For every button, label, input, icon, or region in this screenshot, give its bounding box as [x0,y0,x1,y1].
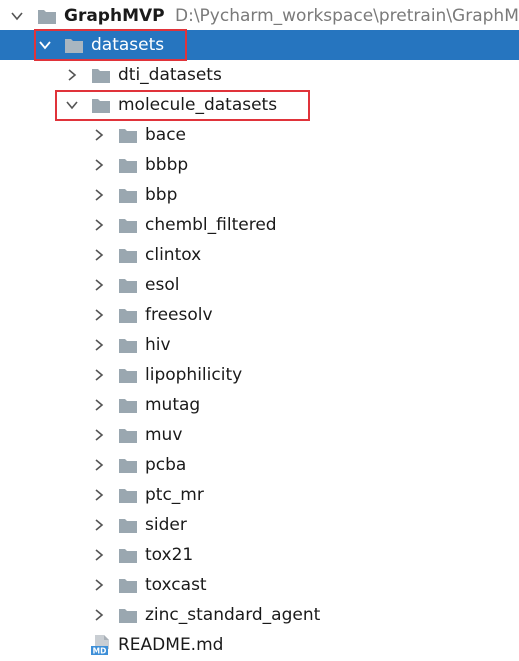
tree-row-mutag[interactable]: mutag [0,390,519,420]
tree-row-sider[interactable]: sider [0,510,519,540]
chevron-right-icon[interactable] [91,157,107,173]
folder-icon [118,547,138,564]
chevron-right-icon[interactable] [91,247,107,263]
tree-row-ptc-mr[interactable]: ptc_mr [0,480,519,510]
chevron-right-icon[interactable] [91,457,107,473]
folder-icon [118,277,138,294]
folder-label: bace [145,125,187,145]
markdown-file-icon: MD [90,634,112,656]
chevron-right-icon[interactable] [91,607,107,623]
tree-row-bace[interactable]: bace [0,120,519,150]
folder-label: mutag [145,395,201,415]
folder-icon [118,217,138,234]
folder-label-dti-datasets: dti_datasets [118,65,222,85]
tree-row-bbbp[interactable]: bbbp [0,150,519,180]
folder-label: toxcast [145,575,207,595]
folder-label: chembl_filtered [145,215,277,235]
folder-label: esol [145,275,180,295]
tree-row-clintox[interactable]: clintox [0,240,519,270]
folder-label: bbbp [145,155,189,175]
folder-icon [118,187,138,204]
folder-label: zinc_standard_agent [145,605,321,625]
folder-label: hiv [145,335,171,355]
tree-row-pcba[interactable]: pcba [0,450,519,480]
folder-label-datasets: datasets [91,35,165,55]
folder-icon [64,37,84,54]
tree-row-hiv[interactable]: hiv [0,330,519,360]
tree-row-muv[interactable]: muv [0,420,519,450]
chevron-right-icon[interactable] [64,67,80,83]
folder-label: ptc_mr [145,485,204,505]
chevron-right-icon[interactable] [91,397,107,413]
chevron-down-icon[interactable] [37,37,53,53]
folder-label: freesolv [145,305,213,325]
tree-row-dti-datasets[interactable]: dti_datasets [0,60,519,90]
folder-icon [118,247,138,264]
project-path: D:\Pycharm_workspace\pretrain\GraphMVP [175,6,519,26]
folder-label: bbp [145,185,178,205]
tree-row-readme[interactable]: MD README.md [0,630,519,660]
folder-icon [118,427,138,444]
folder-icon [118,127,138,144]
folder-label: sider [145,515,187,535]
chevron-right-icon[interactable] [91,577,107,593]
chevron-right-icon[interactable] [91,427,107,443]
file-label-readme: README.md [118,635,224,655]
chevron-right-icon[interactable] [91,337,107,353]
tree-row-freesolv[interactable]: freesolv [0,300,519,330]
folder-label: clintox [145,245,202,265]
chevron-right-icon[interactable] [91,487,107,503]
folder-label-molecule-datasets: molecule_datasets [118,95,278,115]
chevron-right-icon[interactable] [91,367,107,383]
chevron-down-icon[interactable] [9,8,25,24]
chevron-right-icon[interactable] [91,307,107,323]
tree-row-esol[interactable]: esol [0,270,519,300]
tree-row-bbp[interactable]: bbp [0,180,519,210]
tree-row-chembl-filtered[interactable]: chembl_filtered [0,210,519,240]
chevron-right-icon[interactable] [91,547,107,563]
tree-row-molecule-datasets[interactable]: molecule_datasets [0,90,519,120]
tree-row-project-root[interactable]: GraphMVP D:\Pycharm_workspace\pretrain\G… [0,1,519,31]
folder-icon [118,337,138,354]
folder-label: lipophilicity [145,365,243,385]
folder-icon [118,487,138,504]
folder-icon [118,397,138,414]
chevron-right-icon[interactable] [91,217,107,233]
chevron-right-icon[interactable] [91,187,107,203]
project-tree: GraphMVP D:\Pycharm_workspace\pretrain\G… [0,0,519,657]
folder-icon [118,367,138,384]
folder-label: tox21 [145,545,194,565]
folder-icon [91,67,111,84]
folder-icon [37,8,57,25]
folder-label: muv [145,425,183,445]
tree-row-zinc-standard-agent[interactable]: zinc_standard_agent [0,600,519,630]
folder-icon [118,517,138,534]
project-name: GraphMVP [64,6,165,26]
folder-icon [118,157,138,174]
folder-icon [91,97,111,114]
chevron-right-icon[interactable] [91,517,107,533]
folder-label: pcba [145,455,187,475]
tree-row-lipophilicity[interactable]: lipophilicity [0,360,519,390]
chevron-right-icon[interactable] [91,277,107,293]
folder-icon [118,457,138,474]
folder-icon [118,307,138,324]
tree-row-datasets[interactable]: datasets [0,30,519,60]
chevron-down-icon[interactable] [64,97,80,113]
folder-icon [118,607,138,624]
chevron-right-icon[interactable] [91,127,107,143]
svg-text:MD: MD [93,647,107,656]
tree-row-tox21[interactable]: tox21 [0,540,519,570]
folder-icon [118,577,138,594]
tree-row-toxcast[interactable]: toxcast [0,570,519,600]
